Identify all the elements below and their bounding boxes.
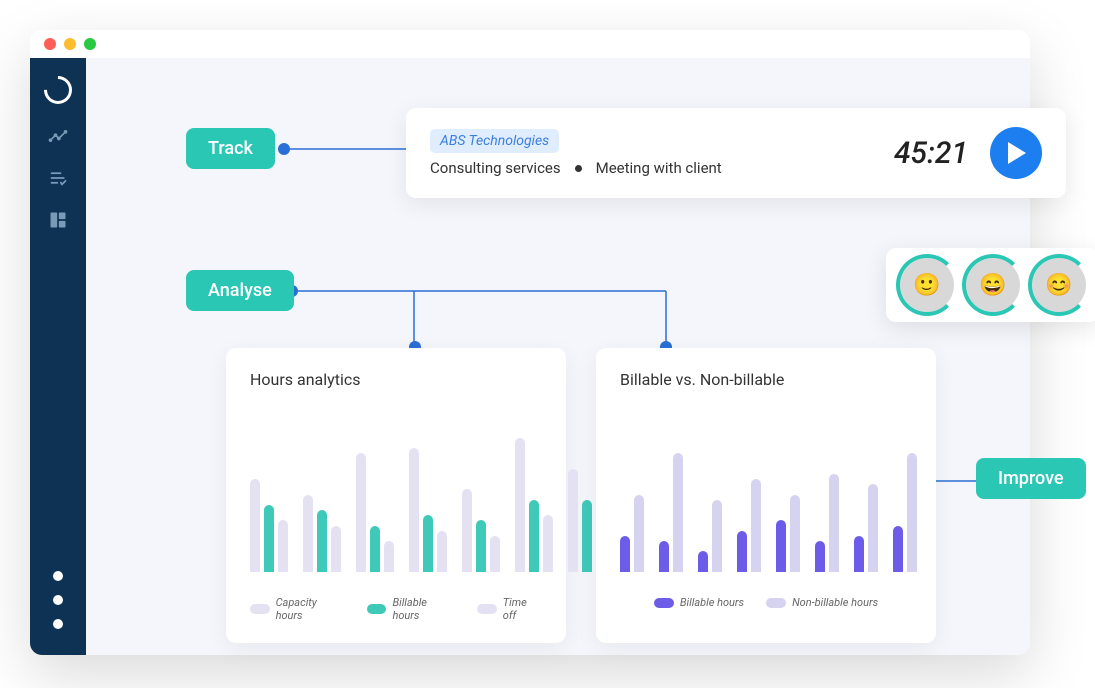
project-label: Consulting services (430, 159, 561, 177)
timer-display: 45:21 (894, 136, 968, 171)
client-tag: ABS Technologies (430, 129, 559, 153)
app-logo-icon[interactable] (38, 70, 78, 110)
legend-label: Non-billable hours (792, 596, 878, 609)
activity-icon[interactable] (48, 126, 68, 146)
app-window: Track Analyse Improve ABS Technologies C… (30, 30, 1030, 655)
avatar[interactable]: 😄 (966, 258, 1020, 312)
more-menu-icon[interactable] (53, 571, 63, 635)
play-button[interactable] (990, 127, 1042, 179)
billable-chart (620, 417, 912, 572)
hours-chart (250, 417, 542, 572)
titlebar (30, 30, 1030, 58)
avatar[interactable]: 🙂 (900, 258, 954, 312)
hours-analytics-card: Hours analytics Capacity hours Billable … (226, 348, 566, 643)
improve-pill: Improve (976, 458, 1086, 499)
timer-card: ABS Technologies Consulting services Mee… (406, 108, 1066, 198)
close-window-icon[interactable] (44, 38, 56, 50)
chart-title: Hours analytics (250, 370, 542, 389)
analyse-pill: Analyse (186, 270, 294, 311)
team-avatars: 🙂 😄 😊 (886, 248, 1095, 322)
chart-title: Billable vs. Non-billable (620, 370, 912, 389)
task-label: Meeting with client (596, 159, 722, 177)
maximize-window-icon[interactable] (84, 38, 96, 50)
minimize-window-icon[interactable] (64, 38, 76, 50)
legend-label: Time off (503, 596, 542, 622)
sidebar (30, 58, 86, 655)
track-pill: Track (186, 128, 275, 169)
billable-chart-card: Billable vs. Non-billable Billable hours… (596, 348, 936, 643)
legend-label: Billable hours (392, 596, 455, 622)
separator-dot-icon (575, 165, 582, 172)
list-check-icon[interactable] (48, 168, 68, 188)
dashboard-icon[interactable] (48, 210, 68, 230)
content-area: Track Analyse Improve ABS Technologies C… (86, 58, 1030, 655)
legend-label: Capacity hours (276, 596, 345, 622)
avatar[interactable]: 😊 (1032, 258, 1086, 312)
legend-label: Billable hours (680, 596, 744, 609)
hours-legend: Capacity hours Billable hours Time off (250, 596, 542, 622)
play-icon (1008, 142, 1028, 164)
billable-legend: Billable hours Non-billable hours (620, 596, 912, 609)
